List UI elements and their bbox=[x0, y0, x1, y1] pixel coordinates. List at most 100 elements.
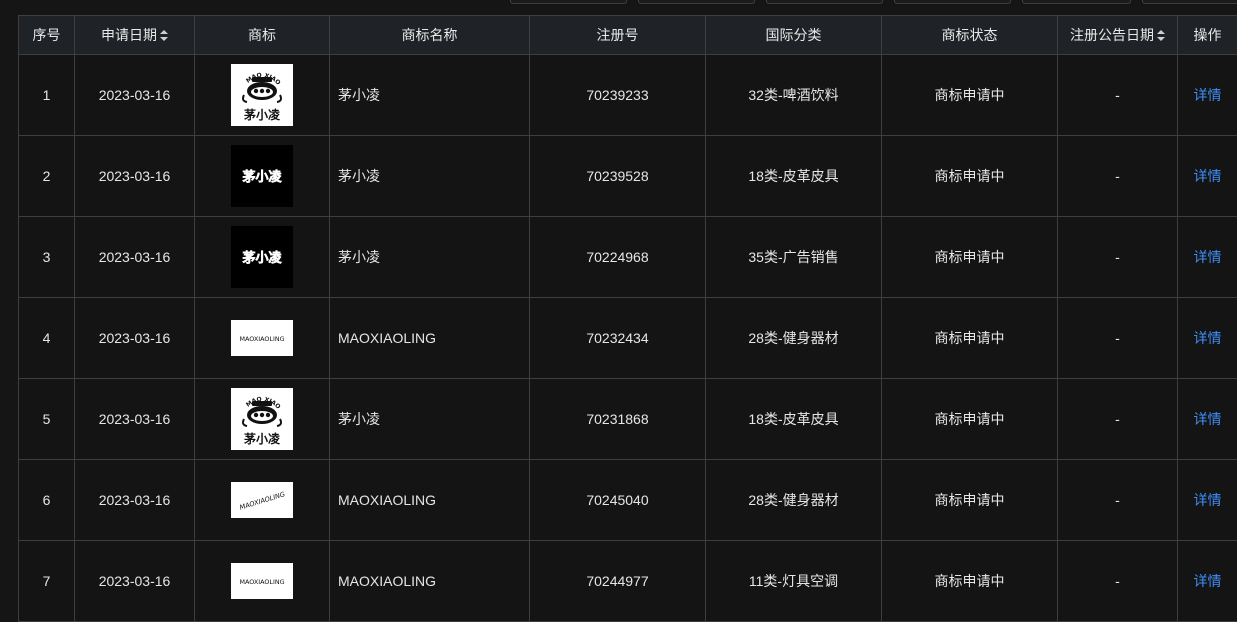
header-category: 国际分类 bbox=[706, 16, 882, 55]
cell-name: 茅小凌 bbox=[330, 379, 530, 460]
filter-button[interactable] bbox=[1022, 0, 1131, 4]
cell-status: 商标申请中 bbox=[882, 55, 1058, 136]
table-row: 1 2023-03-16 MAO XIAO LING bbox=[19, 55, 1237, 136]
mascot-logo: MAO XIAO LING 茅小凌 bbox=[231, 388, 293, 450]
cell-reg-no: 70232434 bbox=[530, 298, 706, 379]
cell-apply-date: 2023-03-16 bbox=[75, 379, 195, 460]
cell-logo: MAOXIAOLING bbox=[195, 298, 330, 379]
cell-apply-date: 2023-03-16 bbox=[75, 541, 195, 622]
cell-logo: MAO XIAO LING 茅小凌 bbox=[195, 379, 330, 460]
cell-index: 6 bbox=[19, 460, 75, 541]
table-header-row: 序号 申请日期 商标 商标名称 注册号 国际分类 商标状态 注册公告日期 操作 bbox=[19, 16, 1237, 55]
cell-announce-date: - bbox=[1058, 460, 1178, 541]
header-action: 操作 bbox=[1178, 16, 1237, 55]
cell-reg-no: 70244977 bbox=[530, 541, 706, 622]
filter-button[interactable] bbox=[1142, 0, 1237, 4]
detail-link[interactable]: 详情 bbox=[1194, 330, 1222, 346]
mascot-logo-text: 茅小凌 bbox=[244, 107, 281, 122]
toolbar-strip bbox=[0, 0, 1237, 15]
black-logo-text: 茅小凌 bbox=[242, 250, 282, 266]
table-row: 7 2023-03-16 MAOXIAOLING MAOXIAOLING 702… bbox=[19, 541, 1237, 622]
black-text-logo: 茅小凌 bbox=[231, 145, 293, 207]
header-status-label: 商标状态 bbox=[942, 27, 998, 43]
cell-logo: 茅小凌 bbox=[195, 136, 330, 217]
wordmark-logo: MAOXIAOLING bbox=[231, 563, 293, 599]
cell-apply-date: 2023-03-16 bbox=[75, 55, 195, 136]
table-row: 6 2023-03-16 MAOXIAOLING MAOXIAOLING 702… bbox=[19, 460, 1237, 541]
sort-icon[interactable] bbox=[160, 28, 168, 39]
sort-icon[interactable] bbox=[1157, 28, 1165, 39]
cell-logo: 茅小凌 bbox=[195, 217, 330, 298]
black-logo-text: 茅小凌 bbox=[242, 169, 282, 185]
cell-announce-date: - bbox=[1058, 379, 1178, 460]
cell-category: 18类-皮革皮具 bbox=[706, 379, 882, 460]
detail-link[interactable]: 详情 bbox=[1194, 573, 1222, 589]
cell-category: 35类-广告销售 bbox=[706, 217, 882, 298]
header-reg-no: 注册号 bbox=[530, 16, 706, 55]
black-text-logo: 茅小凌 bbox=[231, 226, 293, 288]
header-announce-date-label: 注册公告日期 bbox=[1070, 27, 1154, 43]
cell-category: 32类-啤酒饮料 bbox=[706, 55, 882, 136]
slanted-wordmark-logo: MAOXIAOLING bbox=[231, 482, 293, 518]
cell-logo: MAOXIAOLING bbox=[195, 541, 330, 622]
cell-logo: MAO XIAO LING 茅小凌 bbox=[195, 55, 330, 136]
cell-action: 详情 bbox=[1178, 55, 1237, 136]
cell-category: 18类-皮革皮具 bbox=[706, 136, 882, 217]
header-name-label: 商标名称 bbox=[402, 27, 458, 43]
table-row: 2 2023-03-16 茅小凌 茅小凌 70239528 18类-皮革皮具 商… bbox=[19, 136, 1237, 217]
header-action-label: 操作 bbox=[1194, 27, 1222, 43]
cell-reg-no: 70239528 bbox=[530, 136, 706, 217]
cell-logo: MAOXIAOLING bbox=[195, 460, 330, 541]
table-row: 3 2023-03-16 茅小凌 茅小凌 70224968 35类-广告销售 商… bbox=[19, 217, 1237, 298]
cell-announce-date: - bbox=[1058, 217, 1178, 298]
header-apply-date-label: 申请日期 bbox=[101, 27, 157, 43]
cell-category: 28类-健身器材 bbox=[706, 460, 882, 541]
header-name: 商标名称 bbox=[330, 16, 530, 55]
cell-reg-no: 70231868 bbox=[530, 379, 706, 460]
filter-button[interactable] bbox=[638, 0, 755, 4]
cell-status: 商标申请中 bbox=[882, 541, 1058, 622]
cell-index: 7 bbox=[19, 541, 75, 622]
cell-index: 5 bbox=[19, 379, 75, 460]
cell-action: 详情 bbox=[1178, 460, 1237, 541]
detail-link[interactable]: 详情 bbox=[1194, 492, 1222, 508]
header-reg-no-label: 注册号 bbox=[597, 27, 639, 43]
cell-action: 详情 bbox=[1178, 541, 1237, 622]
header-index-label: 序号 bbox=[33, 27, 61, 43]
cell-reg-no: 70239233 bbox=[530, 55, 706, 136]
cell-action: 详情 bbox=[1178, 217, 1237, 298]
detail-link[interactable]: 详情 bbox=[1194, 411, 1222, 427]
cell-announce-date: - bbox=[1058, 541, 1178, 622]
cell-action: 详情 bbox=[1178, 379, 1237, 460]
cell-index: 2 bbox=[19, 136, 75, 217]
cell-apply-date: 2023-03-16 bbox=[75, 460, 195, 541]
wordmark-text: MAOXIAOLING bbox=[239, 578, 284, 586]
cell-status: 商标申请中 bbox=[882, 217, 1058, 298]
detail-link[interactable]: 详情 bbox=[1194, 168, 1222, 184]
cell-category: 11类-灯具空调 bbox=[706, 541, 882, 622]
wordmark-logo: MAOXIAOLING bbox=[231, 320, 293, 356]
filter-button[interactable] bbox=[766, 0, 883, 4]
detail-link[interactable]: 详情 bbox=[1194, 87, 1222, 103]
cell-name: MAOXIAOLING bbox=[330, 460, 530, 541]
detail-link[interactable]: 详情 bbox=[1194, 249, 1222, 265]
header-status: 商标状态 bbox=[882, 16, 1058, 55]
cell-status: 商标申请中 bbox=[882, 298, 1058, 379]
cell-status: 商标申请中 bbox=[882, 460, 1058, 541]
filter-button[interactable] bbox=[894, 0, 1011, 4]
header-logo: 商标 bbox=[195, 16, 330, 55]
trademark-table: 序号 申请日期 商标 商标名称 注册号 国际分类 商标状态 注册公告日期 操作 … bbox=[18, 15, 1237, 622]
mascot-logo: MAO XIAO LING 茅小凌 bbox=[231, 64, 293, 126]
header-category-label: 国际分类 bbox=[766, 27, 822, 43]
header-apply-date[interactable]: 申请日期 bbox=[75, 16, 195, 55]
cell-index: 3 bbox=[19, 217, 75, 298]
cell-status: 商标申请中 bbox=[882, 379, 1058, 460]
cell-name: 茅小凌 bbox=[330, 136, 530, 217]
header-announce-date[interactable]: 注册公告日期 bbox=[1058, 16, 1178, 55]
filter-button[interactable] bbox=[510, 0, 627, 4]
cell-announce-date: - bbox=[1058, 136, 1178, 217]
cell-reg-no: 70224968 bbox=[530, 217, 706, 298]
cell-name: MAOXIAOLING bbox=[330, 541, 530, 622]
header-logo-label: 商标 bbox=[248, 27, 276, 43]
cell-announce-date: - bbox=[1058, 55, 1178, 136]
